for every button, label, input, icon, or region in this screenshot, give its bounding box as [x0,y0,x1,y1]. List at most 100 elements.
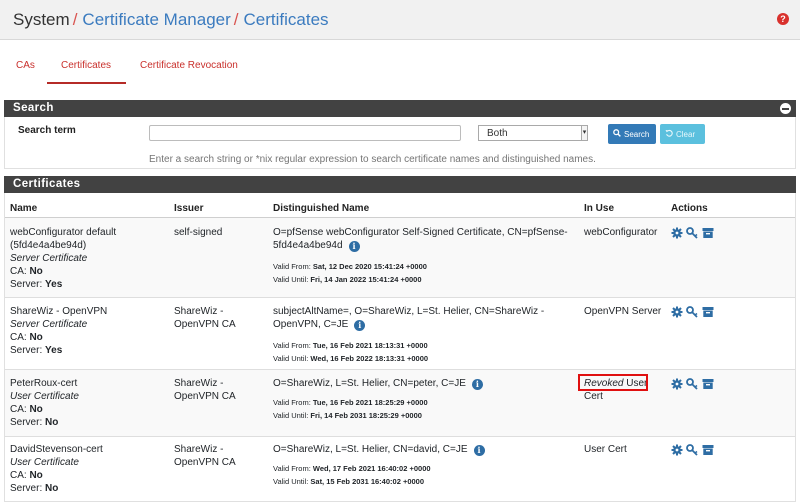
column-header-issuer: Issuer [174,203,204,214]
valid-until: Valid Until: Wed, 16 Feb 2022 18:13:31 +… [273,354,429,363]
info-icon[interactable]: i [471,379,483,390]
search-scope-value: Both [487,128,508,139]
cert-dn-cell: subjectAltName=, O=ShareWiz, L=St. Helie… [273,305,581,365]
gear-icon[interactable] [671,227,683,239]
clear-button[interactable]: Clear [660,124,705,144]
valid-until: Valid Until: Fri, 14 Jan 2022 15:41:24 +… [273,275,422,284]
cert-issuer: ShareWiz - OpenVPN CA [174,306,236,330]
tab-cas[interactable]: CAs [16,60,36,84]
cert-name: webConfigurator default (5fd4e4a4be94d) [10,227,117,251]
gear-icon[interactable] [671,378,683,390]
key-icon[interactable] [686,227,698,239]
cert-dn: subjectAltName=, O=ShareWiz, L=St. Helie… [273,306,545,330]
archive-icon[interactable] [702,306,714,318]
cert-in-use: User Cert [584,444,627,455]
collapse-icon[interactable] [780,103,791,114]
breadcrumb-separator: / [233,10,239,29]
valid-from: Valid From: Sat, 12 Dec 2020 15:41:24 +0… [273,262,427,271]
search-panel-title: Search [13,102,54,114]
cert-server-flag: Server: No [10,417,59,428]
cert-name-cell: PeterRoux-cert User Certificate CA: No S… [10,377,165,429]
cert-type: User Certificate [10,457,79,468]
help-icon[interactable]: ? [777,13,789,25]
cert-dn-cell: O=ShareWiz, L=St. Helier, CN=david, C=JE… [273,443,578,488]
info-icon[interactable]: i [348,241,360,252]
search-button[interactable]: Search [608,124,656,144]
breadcrumb-certificate-manager[interactable]: Certificate Manager [82,10,230,29]
column-header-actions: Actions [671,203,708,214]
cert-dn-cell: O=pfSense webConfigurator Self-Signed Ce… [273,226,578,286]
archive-icon[interactable] [702,378,714,390]
cert-name: ShareWiz - OpenVPN [10,306,108,317]
valid-until: Valid Until: Fri, 14 Feb 2031 18:25:29 +… [273,411,422,420]
breadcrumb: System / Certificate Manager / Certificates [13,10,329,30]
divider [5,297,795,298]
cert-issuer: self-signed [174,227,223,238]
cert-dn: O=pfSense webConfigurator Self-Signed Ce… [273,227,568,251]
revoked-label: Revoked [584,378,624,389]
row-actions [671,227,731,241]
tab-bar: CAs Certificates Certificate Revocation [0,60,800,84]
cert-server-flag: Server: Yes [10,279,63,290]
cert-ca-flag: CA: No [10,470,43,481]
valid-until: Valid Until: Sat, 15 Feb 2031 16:40:02 +… [273,477,425,486]
column-header-dn: Distinguished Name [273,203,370,214]
archive-icon[interactable] [702,227,714,239]
search-panel: Search term Both ▾ Search Clear Enter a … [4,117,796,169]
cert-in-use: OpenVPN Server [584,306,662,317]
cert-type: Server Certificate [10,253,88,264]
breadcrumb-separator: / [72,10,78,29]
key-icon[interactable] [686,306,698,318]
cert-ca-flag: CA: No [10,332,43,343]
column-header-name: Name [10,203,38,214]
undo-icon [665,124,673,144]
search-button-label: Search [624,130,650,139]
cert-in-use: Revoked User Cert [584,377,664,403]
info-icon[interactable]: i [354,320,366,331]
cert-server-flag: Server: No [10,483,59,494]
cert-name: DavidStevenson-cert [10,444,103,455]
gear-icon[interactable] [671,444,683,456]
certificates-panel-title: Certificates [13,178,81,190]
divider [5,436,795,437]
cert-issuer: ShareWiz - OpenVPN CA [174,378,236,402]
search-scope-select[interactable]: Both ▾ [478,125,588,141]
cert-type: User Certificate [10,391,79,402]
cert-name-cell: ShareWiz - OpenVPN Server Certificate CA… [10,305,165,357]
breadcrumb-certificates[interactable]: Certificates [244,10,329,29]
valid-from: Valid From: Tue, 16 Feb 2021 18:25:29 +0… [273,398,428,407]
cert-server-flag: Server: Yes [10,345,63,356]
archive-icon[interactable] [702,444,714,456]
info-icon[interactable]: i [473,445,485,456]
row-actions [671,444,731,458]
row-actions [671,306,731,320]
search-hint: Enter a search string or *nix regular ex… [149,154,596,165]
key-icon[interactable] [686,378,698,390]
cert-dn: O=ShareWiz, L=St. Helier, CN=david, C=JE [273,444,468,455]
page-header: System / Certificate Manager / Certificates … [0,0,800,40]
cert-name-cell: DavidStevenson-cert User Certificate CA:… [10,443,165,495]
breadcrumb-system: System [13,10,70,29]
cert-dn: O=ShareWiz, L=St. Helier, CN=peter, C=JE [273,378,466,389]
search-icon [613,124,621,144]
gear-icon[interactable] [671,306,683,318]
certificates-table: Name Issuer Distinguished Name In Use Ac… [4,193,796,502]
cert-in-use: webConfigurator [584,227,658,238]
row-actions [671,378,731,392]
search-input[interactable] [149,125,461,141]
cert-ca-flag: CA: No [10,404,43,415]
column-header-in-use: In Use [584,203,615,214]
valid-from: Valid From: Wed, 17 Feb 2021 16:40:02 +0… [273,464,431,473]
search-panel-header: Search [4,100,796,117]
search-term-label: Search term [18,125,76,136]
tab-certificates[interactable]: Certificates [47,60,126,84]
valid-from: Valid From: Tue, 16 Feb 2021 18:13:31 +0… [273,341,428,350]
clear-button-label: Clear [676,130,696,139]
cert-name-cell: webConfigurator default (5fd4e4a4be94d) … [10,226,165,291]
cert-dn-cell: O=ShareWiz, L=St. Helier, CN=peter, C=JE… [273,377,578,422]
tab-certificate-revocation[interactable]: Certificate Revocation [140,60,250,84]
cert-issuer: ShareWiz - OpenVPN CA [174,444,236,468]
key-icon[interactable] [686,444,698,456]
cert-ca-flag: CA: No [10,266,43,277]
cert-name: PeterRoux-cert [10,378,78,389]
